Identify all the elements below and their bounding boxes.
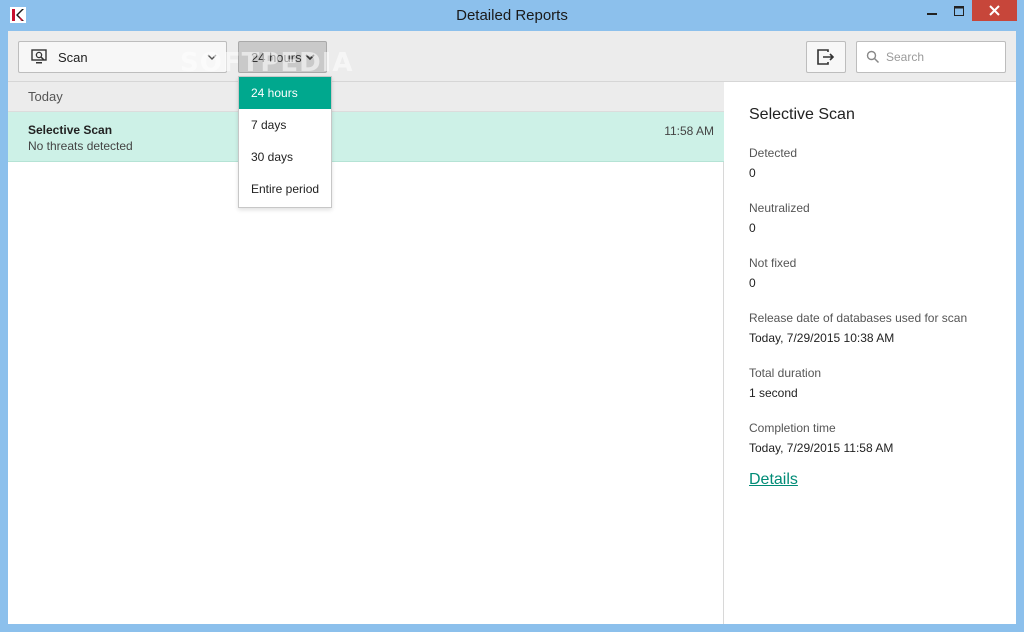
search-box[interactable] [856, 41, 1006, 73]
table-row[interactable]: Selective Scan No threats detected 11:58… [8, 112, 724, 162]
row-status: No threats detected [28, 139, 133, 153]
field-total-duration: Total duration 1 second [749, 366, 821, 400]
field-value: 0 [749, 166, 756, 180]
minimize-icon [926, 12, 937, 15]
menu-item-7-days[interactable]: 7 days [239, 109, 331, 141]
export-button[interactable] [806, 41, 846, 73]
app-window: Detailed Reports Scan 24 hours Search SO… [0, 0, 1024, 632]
scan-filter-label: Scan [58, 49, 88, 65]
details-panel: Selective Scan Detected 0 Neutralized 0 … [725, 82, 1016, 624]
period-dropdown-menu: 24 hours 7 days 30 days Entire period [238, 76, 332, 208]
report-list: Today Selective Scan No threats detected… [8, 82, 724, 624]
client-area: Scan 24 hours Search SOFTPEDIA Today Sel… [8, 31, 1016, 624]
field-neutralized: Neutralized 0 [749, 201, 810, 235]
maximize-button[interactable] [945, 0, 972, 21]
field-label: Neutralized [749, 201, 810, 215]
details-title: Selective Scan [749, 106, 855, 123]
window-title: Detailed Reports [456, 7, 568, 24]
menu-item-24-hours[interactable]: 24 hours [239, 77, 331, 109]
export-icon [817, 49, 835, 65]
close-button[interactable] [972, 0, 1017, 21]
field-label: Not fixed [749, 256, 797, 270]
field-completion-time: Completion time Today, 7/29/2015 11:58 A… [749, 421, 893, 455]
row-name: Selective Scan [28, 123, 113, 137]
group-header: Today [8, 82, 724, 112]
minimize-button[interactable] [918, 0, 945, 21]
row-time: 11:58 AM [664, 124, 714, 138]
title-bar: Detailed Reports [0, 0, 1024, 31]
toolbar: Scan 24 hours Search SOFTPEDIA [8, 31, 1016, 82]
monitor-search-icon [31, 49, 47, 64]
field-value: 0 [749, 276, 756, 290]
field-label: Completion time [749, 421, 836, 435]
field-detected: Detected 0 [749, 146, 797, 180]
menu-item-entire-period[interactable]: Entire period [239, 173, 331, 205]
maximize-icon [953, 5, 964, 16]
field-value: Today, 7/29/2015 10:38 AM [749, 331, 895, 345]
field-database-release-date: Release date of databases used for scan … [749, 311, 967, 345]
field-label: Total duration [749, 366, 822, 380]
menu-item-30-days[interactable]: 30 days [239, 141, 331, 173]
search-icon [866, 50, 880, 64]
details-link[interactable]: Details [749, 471, 798, 489]
search-input[interactable] [886, 50, 996, 64]
field-label: Detected [749, 146, 798, 160]
field-label: Release date of databases used for scan [749, 311, 968, 325]
field-value: 0 [749, 221, 756, 235]
close-icon [989, 5, 1000, 16]
field-not-fixed: Not fixed 0 [749, 256, 796, 290]
field-value: 1 second [749, 386, 798, 400]
field-value: Today, 7/29/2015 11:58 AM [749, 441, 894, 455]
watermark: SOFTPEDIA [180, 48, 354, 78]
